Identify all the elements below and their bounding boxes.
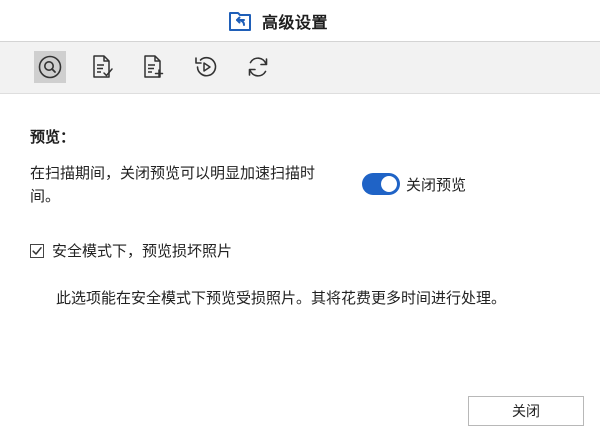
document-add-icon (144, 55, 164, 78)
toggle-knob (381, 176, 397, 192)
refresh-icon (248, 57, 268, 77)
title-group: 高级设置 (228, 9, 328, 33)
safe-mode-checkbox[interactable] (30, 243, 44, 258)
tool-document-check-button[interactable] (86, 51, 118, 83)
toggle-label: 关闭预览 (406, 175, 467, 194)
toggle-switch[interactable] (362, 173, 400, 195)
tool-history-play-button[interactable] (190, 51, 222, 83)
title-bar: 高级设置 (0, 0, 600, 42)
magnify-circle-icon (38, 55, 62, 79)
document-check-icon (93, 55, 113, 78)
preview-section-title: 预览： (30, 128, 76, 146)
tool-magnify-button[interactable] (34, 51, 66, 83)
safe-mode-preview-option[interactable]: 安全模式下，预览损坏照片 (30, 240, 232, 261)
close-preview-toggle[interactable]: 关闭预览 (362, 173, 466, 195)
tool-refresh-button[interactable] (242, 51, 274, 83)
close-button[interactable]: 关闭 (468, 396, 584, 426)
toolbar (0, 42, 600, 94)
window-title: 高级设置 (262, 13, 329, 32)
advanced-settings-window: 高级设置 预览： 在扫描期间，关闭预览可以明显加速扫描时间。 关闭预览 安全模式… (0, 0, 600, 441)
tool-document-add-button[interactable] (137, 51, 169, 83)
history-play-icon (195, 56, 217, 77)
back-arrow-folder-icon (229, 12, 251, 31)
preview-description: 在扫描期间，关闭预览可以明显加速扫描时间。 (30, 164, 316, 205)
checkmark-icon (32, 246, 42, 255)
safe-mode-note: 此选项能在安全模式下预览受损照片。其将花费更多时间进行处理。 (56, 289, 507, 307)
safe-mode-checkbox-label: 安全模式下，预览损坏照片 (52, 242, 233, 260)
